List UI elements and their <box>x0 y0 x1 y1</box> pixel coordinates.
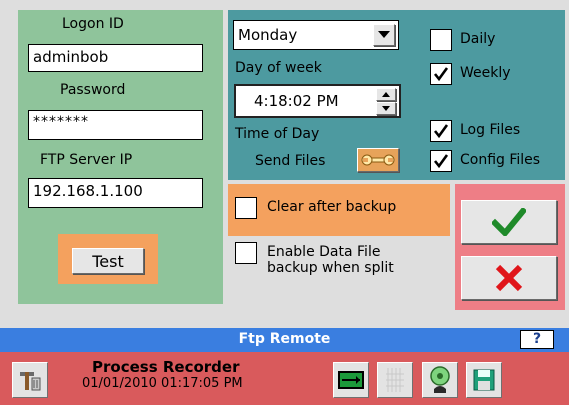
test-button[interactable]: Test <box>72 248 144 274</box>
ok-button[interactable] <box>461 200 557 244</box>
chevron-down-icon[interactable] <box>373 24 395 46</box>
config-files-label: Config Files <box>460 152 541 168</box>
check-mark-icon <box>433 124 449 139</box>
time-of-day-caption: Time of Day <box>235 126 320 142</box>
log-files-label: Log Files <box>460 122 521 138</box>
spin-up-icon[interactable] <box>376 88 396 101</box>
daily-label: Daily <box>460 31 496 47</box>
globe-person-button[interactable] <box>422 362 458 398</box>
cancel-button[interactable] <box>461 256 557 300</box>
status-bar: Process Recorder 01/01/2010 01:17:05 PM <box>0 352 569 405</box>
ftp-server-label: FTP Server IP <box>40 152 133 168</box>
logon-id-input[interactable]: adminbob <box>28 44 203 72</box>
grid-icon <box>386 368 404 392</box>
daily-checkbox[interactable] <box>430 29 452 51</box>
config-files-checkbox[interactable] <box>430 150 452 172</box>
save-disk-icon <box>473 369 495 391</box>
weekly-label: Weekly <box>460 65 511 81</box>
log-files-checkbox[interactable] <box>430 120 452 142</box>
network-icon <box>338 371 364 389</box>
send-files-button[interactable] <box>357 148 399 172</box>
grid-button[interactable] <box>377 362 413 398</box>
enable-split-backup-label: Enable Data File backup when split <box>267 244 394 276</box>
weekly-checkbox[interactable] <box>430 63 452 85</box>
window-title: Ftp Remote <box>238 331 331 347</box>
wrench-icon <box>361 154 395 166</box>
app-name: Process Recorder <box>92 358 240 376</box>
clear-after-backup-label: Clear after backup <box>267 199 397 215</box>
ok-check-icon <box>492 208 526 236</box>
status-datetime: 01/01/2010 01:17:05 PM <box>82 376 243 391</box>
network-button[interactable] <box>333 362 369 398</box>
enable-split-backup-checkbox[interactable] <box>235 242 257 264</box>
check-mark-icon <box>433 67 449 82</box>
globe-person-icon <box>430 366 450 393</box>
enable-split-line2: backup when split <box>267 260 394 276</box>
cancel-x-icon <box>495 264 523 292</box>
tools-button[interactable] <box>12 362 48 398</box>
password-input[interactable]: ******* <box>28 110 203 140</box>
send-files-label: Send Files <box>255 153 326 169</box>
day-of-week-caption: Day of week <box>235 60 322 76</box>
clear-after-backup-checkbox[interactable] <box>235 197 257 219</box>
day-of-week-value: Monday <box>238 26 298 44</box>
logon-id-label: Logon ID <box>62 16 124 32</box>
ftp-server-input[interactable]: 192.168.1.100 <box>28 178 203 208</box>
help-button[interactable]: ? <box>520 330 554 349</box>
save-button[interactable] <box>466 362 502 398</box>
tools-icon <box>20 372 41 391</box>
day-of-week-select[interactable]: Monday <box>233 20 399 50</box>
check-mark-icon <box>433 154 449 169</box>
time-of-day-spinner[interactable]: 4:18:02 PM <box>234 84 401 118</box>
time-of-day-value: 4:18:02 PM <box>254 92 339 110</box>
title-bar: Ftp Remote ? <box>0 328 569 352</box>
password-label: Password <box>60 82 126 98</box>
enable-split-line1: Enable Data File <box>267 244 381 260</box>
spin-down-icon[interactable] <box>376 102 396 115</box>
